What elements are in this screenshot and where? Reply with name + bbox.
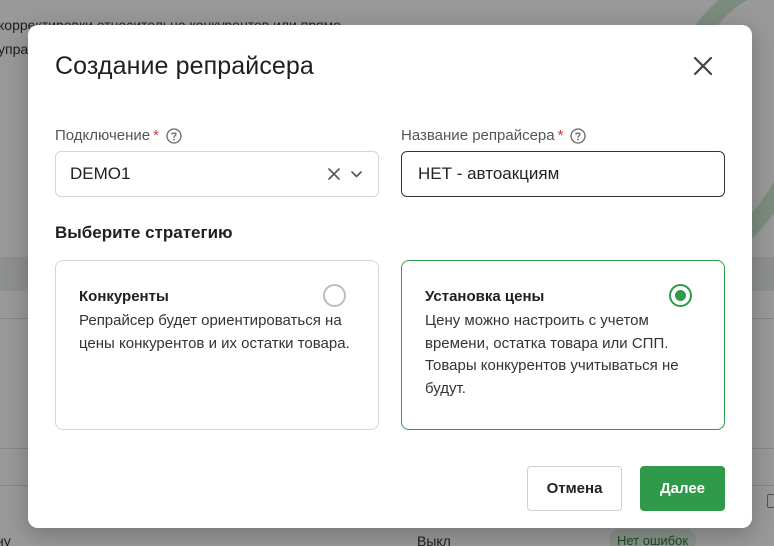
required-mark: * [557, 127, 564, 144]
strategy-card-set-price[interactable]: Установка цены Цену можно настроить с уч… [401, 260, 725, 430]
connection-label-text: Подключение [55, 127, 151, 144]
strategy-card-description: Репрайсер будет ориентироваться на цены … [79, 312, 350, 352]
strategy-radio-competitors[interactable] [323, 284, 346, 307]
strategy-section-title: Выберите стратегию [55, 223, 233, 242]
required-mark: * [153, 127, 159, 144]
strategy-card-description: Цену можно настроить с учетом времени, о… [425, 312, 679, 397]
next-button[interactable]: Далее [640, 466, 725, 511]
cancel-button[interactable]: Отмена [527, 466, 622, 511]
strategy-card-title: Установка цены [425, 288, 545, 305]
name-field-label: Название репрайсера * [401, 127, 587, 144]
dialog-title: Создание репрайсера [55, 52, 314, 80]
chevron-down-icon[interactable] [350, 169, 363, 179]
strategy-card-title: Конкуренты [79, 288, 169, 305]
help-icon[interactable] [570, 127, 587, 144]
clear-icon[interactable] [327, 167, 341, 181]
connection-select[interactable]: DEMO1 [55, 151, 379, 197]
name-label-text: Название репрайсера [401, 127, 555, 144]
repricer-name-input[interactable] [401, 151, 725, 197]
connection-field-label: Подключение * [55, 127, 182, 144]
close-icon[interactable] [690, 53, 716, 79]
strategy-radio-set-price[interactable] [669, 284, 692, 307]
strategy-card-competitors[interactable]: Конкуренты Репрайсер будет ориентировать… [55, 260, 379, 430]
create-repricer-dialog: Создание репрайсера Подключение * DEMO1 … [28, 25, 752, 528]
help-icon[interactable] [166, 127, 182, 144]
connection-select-value: DEMO1 [70, 164, 131, 183]
